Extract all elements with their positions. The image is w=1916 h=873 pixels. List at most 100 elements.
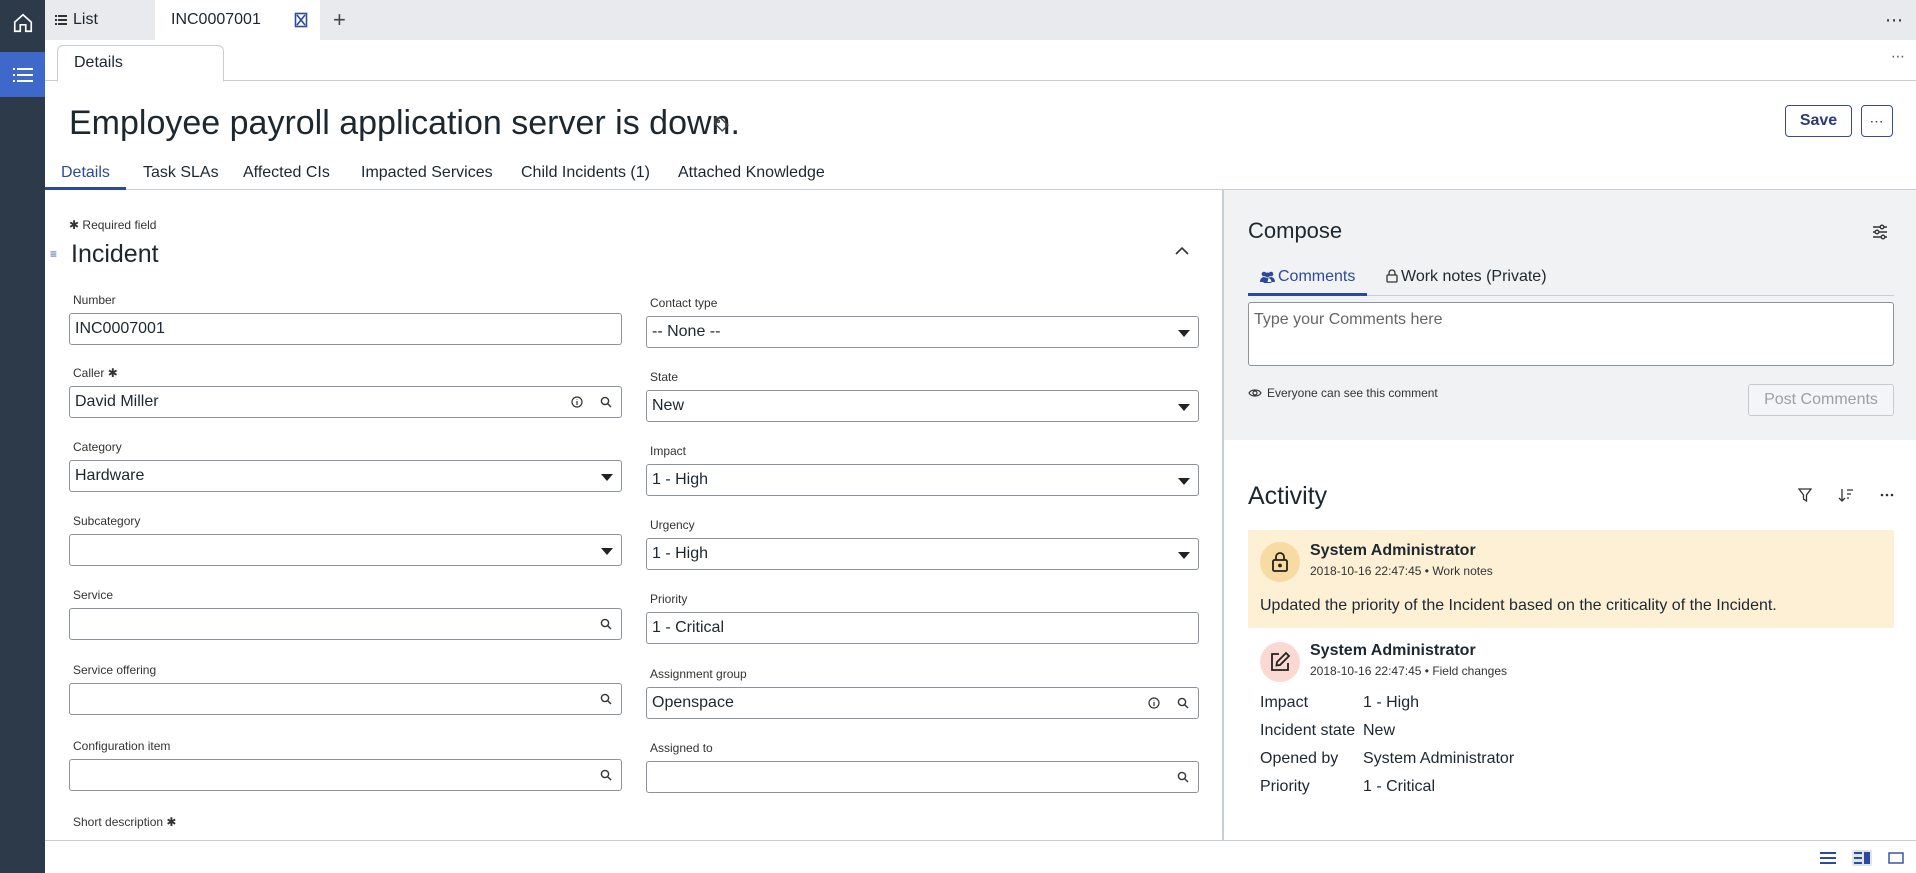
bottom-bar bbox=[45, 840, 1916, 873]
ellipsis-icon[interactable] bbox=[1880, 488, 1894, 502]
activity-entry-field-changes: System Administrator 2018-10-16 22:47:45… bbox=[1248, 630, 1894, 800]
category-field: Category Hardware bbox=[69, 440, 622, 492]
urgency-field: Urgency 1 - High bbox=[646, 518, 1199, 570]
tab-comments[interactable]: Comments bbox=[1248, 268, 1368, 296]
subtab-details[interactable]: Details bbox=[57, 45, 224, 82]
compose-tabs: Comments Work notes (Private) bbox=[1248, 268, 1894, 296]
change-row: Opened by System Administrator bbox=[1260, 750, 1515, 767]
caller-input[interactable]: David Miller bbox=[69, 386, 622, 418]
new-tab-button[interactable]: + bbox=[333, 0, 346, 40]
search-icon[interactable] bbox=[1177, 771, 1189, 783]
info-icon[interactable] bbox=[1148, 697, 1160, 709]
tab-details[interactable]: Details bbox=[45, 164, 126, 190]
caret-down-icon bbox=[601, 474, 613, 481]
entry-meta: 2018-10-16 22:47:45 • Field changes bbox=[1310, 664, 1508, 678]
change-row: Priority 1 - Critical bbox=[1260, 778, 1436, 795]
search-icon[interactable] bbox=[1177, 697, 1189, 709]
sub-tab-bar: Details ⋯ bbox=[45, 40, 1916, 82]
more-actions-button[interactable]: ⋯ bbox=[1861, 105, 1893, 137]
home-button[interactable] bbox=[0, 0, 45, 45]
tab-record-label: INC0007001 bbox=[171, 11, 261, 28]
post-comments-button[interactable]: Post Comments bbox=[1748, 384, 1894, 416]
chevron-up-icon[interactable] bbox=[1175, 246, 1189, 256]
impact-field: Impact 1 - High bbox=[646, 444, 1199, 496]
impact-select[interactable]: 1 - High bbox=[646, 464, 1199, 496]
tag-icon[interactable] bbox=[713, 116, 730, 133]
number-input[interactable]: INC0007001 bbox=[69, 313, 622, 345]
home-icon bbox=[13, 13, 32, 32]
required-icon: ✱ bbox=[69, 218, 80, 232]
tab-impacted-services[interactable]: Impacted Services bbox=[345, 164, 509, 190]
caret-down-icon bbox=[1178, 552, 1190, 559]
plus-icon: + bbox=[333, 7, 346, 32]
filter-icon[interactable] bbox=[1798, 488, 1812, 502]
required-note: ✱ Required field bbox=[69, 218, 157, 232]
assigned-to-input[interactable] bbox=[646, 761, 1199, 793]
section-title: Incident bbox=[71, 240, 159, 268]
assignment-group-field: Assignment group Openspace bbox=[646, 667, 1199, 719]
assignment-group-input[interactable]: Openspace bbox=[646, 687, 1199, 719]
list-icon bbox=[12, 67, 33, 82]
state-select[interactable]: New bbox=[646, 390, 1199, 422]
layout-split-icon[interactable] bbox=[1852, 850, 1872, 866]
save-button[interactable]: Save bbox=[1785, 105, 1852, 137]
contact-type-select[interactable]: -- None -- bbox=[646, 316, 1199, 348]
entry-author: System Administrator bbox=[1310, 542, 1476, 559]
activity-entry-work-note: System Administrator 2018-10-16 22:47:45… bbox=[1248, 530, 1894, 628]
comments-textarea[interactable]: Type your Comments here bbox=[1248, 302, 1894, 366]
search-icon[interactable] bbox=[600, 396, 612, 408]
tab-record[interactable]: INC0007001 bbox=[155, 0, 320, 40]
activity-title: Activity bbox=[1248, 482, 1328, 510]
sort-icon[interactable] bbox=[1838, 488, 1854, 502]
required-icon: ✱ bbox=[166, 815, 177, 829]
info-icon[interactable] bbox=[571, 396, 583, 408]
left-rail bbox=[0, 0, 45, 873]
close-tab-icon[interactable] bbox=[294, 12, 308, 28]
avatar bbox=[1260, 542, 1300, 582]
lock-icon bbox=[1386, 269, 1398, 283]
layout-full-icon[interactable] bbox=[1818, 850, 1838, 866]
caret-down-icon bbox=[1178, 404, 1190, 411]
subcategory-select[interactable] bbox=[69, 534, 622, 566]
compose-title: Compose bbox=[1248, 218, 1343, 243]
compose-panel: Compose Comments Work notes (Private) Ty… bbox=[1224, 190, 1916, 440]
activity-panel: Activity System Administrator 2018-10-16… bbox=[1224, 470, 1916, 840]
change-row: Incident state New bbox=[1260, 722, 1396, 739]
caller-field: Caller ✱ David Miller bbox=[69, 366, 622, 418]
people-icon bbox=[1260, 271, 1275, 283]
settings-sliders-icon[interactable] bbox=[1872, 224, 1888, 240]
tab-task-slas[interactable]: Task SLAs bbox=[127, 164, 235, 190]
ellipsis-icon: ⋯ bbox=[1869, 113, 1885, 129]
search-icon[interactable] bbox=[600, 618, 612, 630]
assigned-to-field: Assigned to bbox=[646, 741, 1199, 793]
required-icon: ✱ bbox=[107, 366, 118, 380]
tab-list[interactable]: List bbox=[55, 0, 98, 40]
caret-down-icon bbox=[1178, 478, 1190, 485]
tab-affected-cis[interactable]: Affected CIs bbox=[227, 164, 346, 190]
change-row: Impact 1 - High bbox=[1260, 694, 1420, 711]
tab-work-notes[interactable]: Work notes (Private) bbox=[1374, 268, 1559, 296]
service-input[interactable] bbox=[69, 608, 622, 640]
subcategory-field: Subcategory bbox=[69, 514, 622, 566]
ellipsis-icon[interactable]: ⋯ bbox=[1891, 48, 1906, 65]
urgency-select[interactable]: 1 - High bbox=[646, 538, 1199, 570]
service-offering-field: Service offering bbox=[69, 663, 622, 715]
lock-icon bbox=[1272, 552, 1288, 572]
priority-input[interactable]: 1 - Critical bbox=[646, 612, 1199, 644]
tab-attached-knowledge[interactable]: Attached Knowledge bbox=[662, 164, 841, 190]
visibility-note: Everyone can see this comment bbox=[1248, 386, 1438, 400]
drag-handle-icon[interactable]: ≡ bbox=[50, 247, 57, 261]
tab-child-incidents[interactable]: Child Incidents (1) bbox=[505, 164, 666, 190]
search-icon[interactable] bbox=[600, 693, 612, 705]
eye-icon bbox=[1248, 389, 1262, 397]
record-tabs: Details Task SLAs Affected CIs Impacted … bbox=[45, 158, 1916, 190]
more-options-icon[interactable]: ⋯ bbox=[1885, 10, 1904, 31]
service-field: Service bbox=[69, 588, 622, 640]
service-offering-input[interactable] bbox=[69, 683, 622, 715]
list-nav-button[interactable] bbox=[0, 52, 45, 97]
configuration-item-input[interactable] bbox=[69, 759, 622, 791]
search-icon[interactable] bbox=[600, 769, 612, 781]
layout-panel-icon[interactable] bbox=[1886, 850, 1906, 866]
priority-field: Priority 1 - Critical bbox=[646, 592, 1199, 644]
category-select[interactable]: Hardware bbox=[69, 460, 622, 492]
